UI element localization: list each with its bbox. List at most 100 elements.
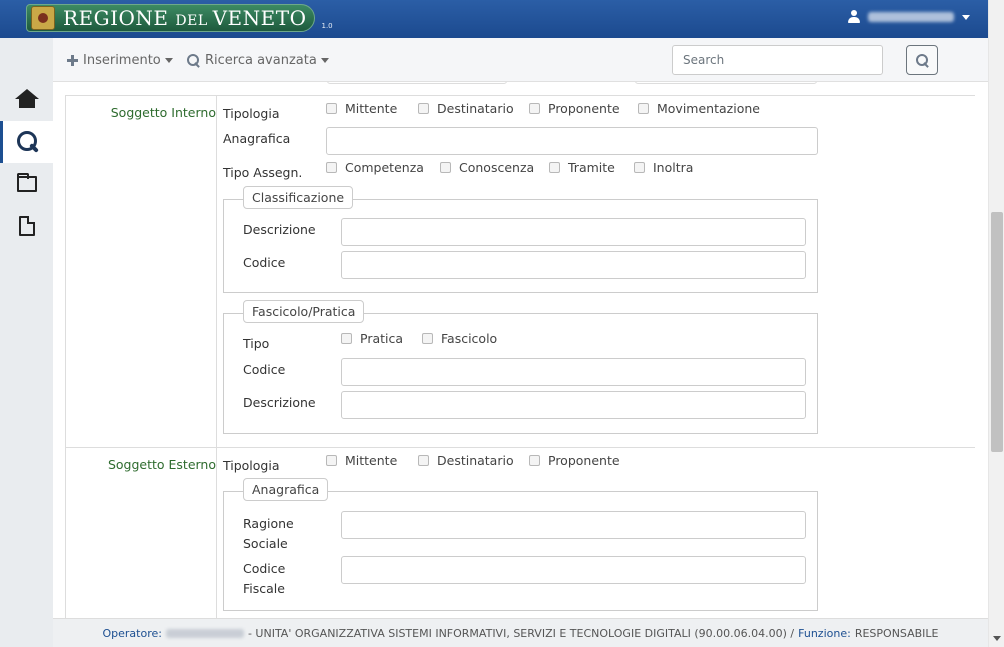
sidebar-item-search[interactable] [0, 121, 53, 163]
fascicolo-legend: Fascicolo/Pratica [243, 300, 365, 323]
checkbox-box[interactable] [634, 162, 645, 173]
checkbox-box[interactable] [418, 103, 429, 114]
soggetto-interno-section: Soggetto Interno Tipologia Mittente Dest… [65, 96, 975, 448]
crest-icon [31, 6, 55, 30]
funzione-key: Funzione: [798, 626, 851, 640]
advanced-search-label: Ricerca avanzata [205, 53, 317, 68]
sidebar-item-documents[interactable] [0, 205, 53, 247]
app-header: REGIONE DEL VENETO 1.0 [0, 0, 988, 38]
search-form: Soggetto Interno Tipologia Mittente Dest… [53, 82, 988, 618]
checkbox-label: Proponente [548, 453, 620, 468]
checkbox-label: Fascicolo [441, 331, 498, 346]
partial-input[interactable] [327, 82, 507, 84]
codice-fiscale-input[interactable] [341, 556, 806, 584]
checkbox-proponente[interactable]: Proponente [529, 453, 620, 468]
tipologia-label: Tipologia [223, 458, 280, 473]
classificazione-descrizione-input[interactable] [341, 218, 806, 246]
codice-fiscale-label: Codice Fiscale [243, 561, 286, 596]
checkbox-pratica[interactable]: Pratica [341, 331, 403, 346]
folder-icon [16, 173, 37, 192]
scroll-down-icon[interactable] [993, 636, 1001, 641]
anagrafica-fieldset: Anagrafica Ragione Sociale Codice Fiscale [223, 478, 818, 611]
classificazione-fieldset: Classificazione Descrizione Codice [223, 186, 818, 293]
user-menu[interactable] [848, 10, 970, 24]
anagrafica-input[interactable] [326, 127, 818, 155]
section-label: Soggetto Esterno [107, 457, 216, 472]
checkbox-box[interactable] [341, 333, 352, 344]
codice-label: Codice [243, 362, 286, 377]
checkbox-box[interactable] [638, 103, 649, 114]
operatore-key: Operatore: [102, 626, 162, 640]
advanced-search-menu[interactable]: Ricerca avanzata [187, 53, 329, 68]
checkbox-box[interactable] [418, 455, 429, 466]
scrollbar-thumb[interactable] [991, 212, 1003, 452]
operator-name-redacted [165, 628, 244, 638]
classificazione-legend: Classificazione [243, 186, 354, 209]
checkbox-tramite[interactable]: Tramite [549, 160, 615, 175]
checkbox-proponente[interactable]: Proponente [529, 101, 620, 116]
descrizione-label: Descrizione [243, 222, 316, 237]
checkbox-label: Mittente [345, 101, 398, 116]
sidebar-item-home[interactable] [0, 78, 53, 120]
section-divider [216, 448, 217, 618]
search-icon [17, 131, 39, 153]
fascicolo-codice-input[interactable] [341, 358, 806, 386]
checkbox-box[interactable] [422, 333, 433, 344]
toolbar: Inserimento Ricerca avanzata [53, 38, 988, 82]
checkbox-label: Destinatario [437, 101, 514, 116]
checkbox-box[interactable] [440, 162, 451, 173]
checkbox-box[interactable] [529, 455, 540, 466]
checkbox-fascicolo[interactable]: Fascicolo [422, 331, 497, 346]
insert-menu[interactable]: Inserimento [67, 53, 173, 68]
classificazione-codice-input[interactable] [341, 251, 806, 279]
search-button[interactable] [906, 45, 938, 75]
sidebar-item-folders[interactable] [0, 163, 53, 205]
chevron-down-icon [962, 14, 970, 20]
checkbox-box[interactable] [326, 103, 337, 114]
search-input[interactable] [672, 45, 883, 75]
file-icon [18, 216, 35, 236]
descrizione-label: Descrizione [243, 395, 316, 410]
checkbox-inoltra[interactable]: Inoltra [634, 160, 693, 175]
search-icon [915, 53, 929, 67]
checkbox-destinatario[interactable]: Destinatario [418, 101, 514, 116]
checkbox-conoscenza[interactable]: Conoscenza [440, 160, 534, 175]
unit-text: - UNITA' ORGANIZZATIVA SISTEMI INFORMATI… [247, 626, 795, 640]
app-version: 1.0 [321, 22, 333, 30]
status-footer: Operatore: - UNITA' ORGANIZZATIVA SISTEM… [53, 618, 988, 647]
funzione-value: RESPONSABILE [854, 626, 939, 640]
checkbox-box[interactable] [529, 103, 540, 114]
checkbox-movimentazione[interactable]: Movimentazione [638, 101, 760, 116]
soggetto-esterno-section: Soggetto Esterno Tipologia Mittente Dest… [65, 448, 975, 618]
section-divider [216, 96, 217, 447]
anagrafica-label: Anagrafica [223, 131, 291, 146]
checkbox-label: Competenza [345, 160, 424, 175]
user-icon [848, 10, 860, 24]
tipologia-label: Tipologia [223, 106, 280, 121]
codice-label: Codice [243, 255, 286, 270]
checkbox-label: Pratica [360, 331, 404, 346]
checkbox-box[interactable] [326, 162, 337, 173]
checkbox-label: Mittente [345, 453, 398, 468]
fascicolo-descrizione-input[interactable] [341, 391, 806, 419]
region-logo[interactable]: REGIONE DEL VENETO 1.0 [26, 4, 333, 32]
tipo-label: Tipo [243, 336, 270, 351]
sidebar [0, 38, 53, 647]
page-scrollbar[interactable] [988, 0, 1004, 647]
checkbox-label: Tramite [568, 160, 615, 175]
checkbox-mittente[interactable]: Mittente [326, 453, 397, 468]
logo-text: REGIONE DEL VENETO [63, 6, 307, 30]
partial-input[interactable] [635, 82, 817, 84]
logo-badge: REGIONE DEL VENETO [26, 4, 316, 32]
checkbox-destinatario[interactable]: Destinatario [418, 453, 514, 468]
tipo-assegn-label: Tipo Assegn. [223, 165, 303, 180]
checkbox-box[interactable] [549, 162, 560, 173]
checkbox-mittente[interactable]: Mittente [326, 101, 397, 116]
ragione-sociale-input[interactable] [341, 511, 806, 539]
previous-section-edge [65, 82, 975, 96]
checkbox-box[interactable] [326, 455, 337, 466]
checkbox-competenza[interactable]: Competenza [326, 160, 424, 175]
ragione-sociale-label: Ragione Sociale [243, 516, 294, 551]
chevron-down-icon [164, 58, 173, 63]
checkbox-label: Conoscenza [459, 160, 535, 175]
